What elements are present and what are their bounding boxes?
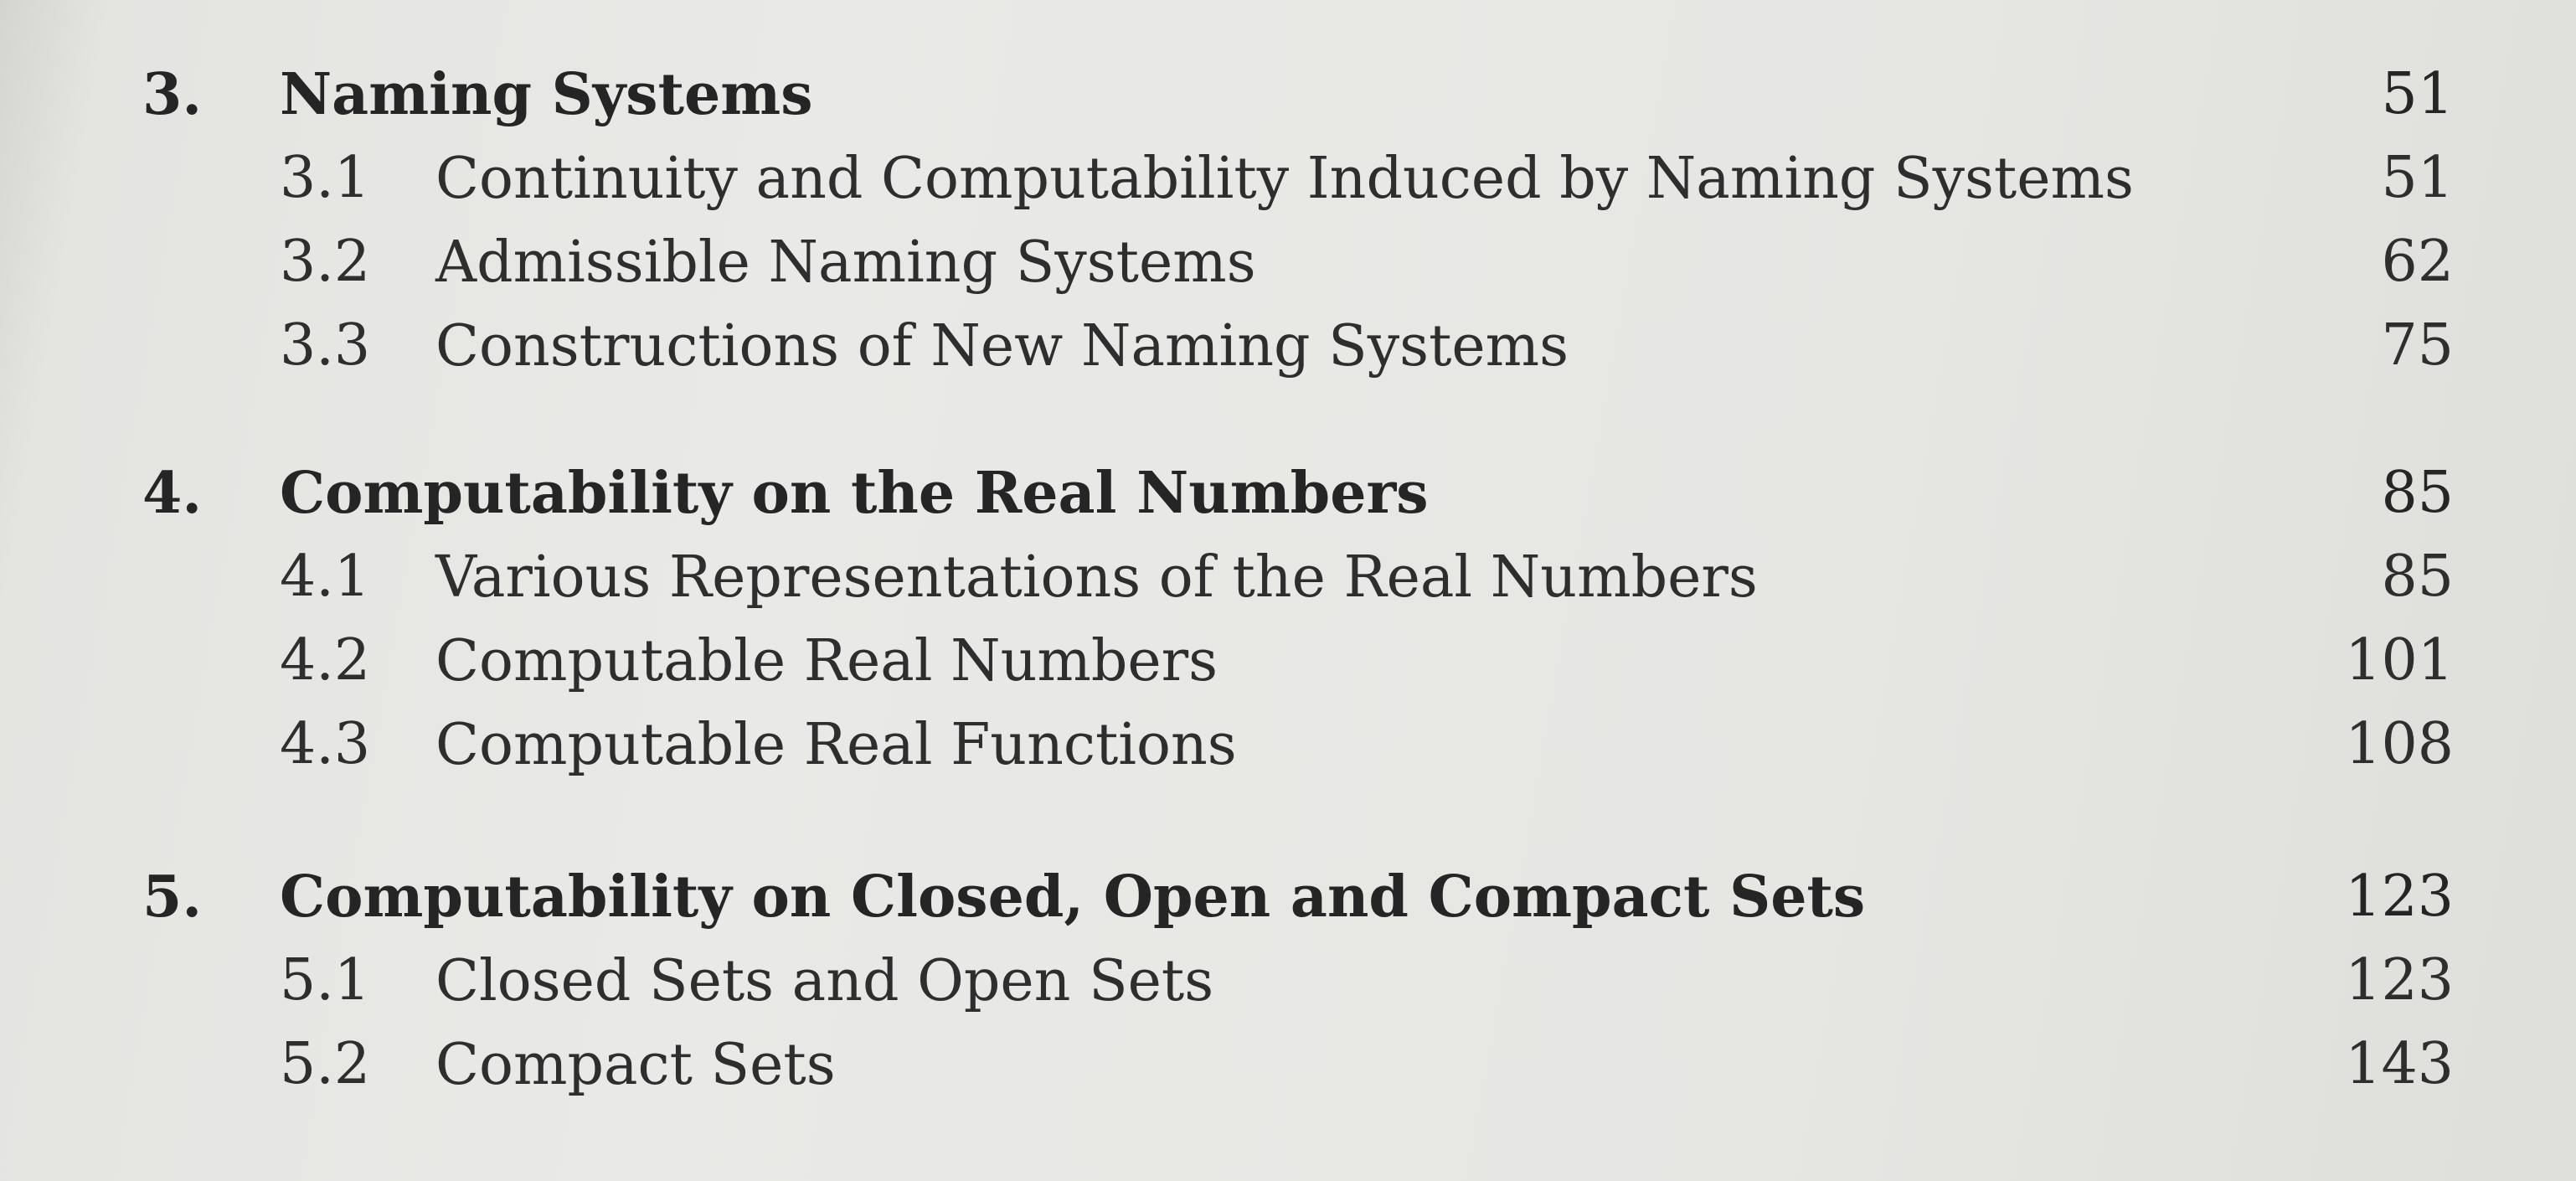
section-title: Closed Sets and Open Sets [435, 947, 1214, 1014]
toc-section-5-2[interactable]: 5.2 Compact Sets 143 [0, 1027, 2576, 1102]
dot-leader [2145, 141, 2316, 216]
chapter-title: Computability on the Real Numbers [280, 460, 1429, 527]
toc-chapter-3[interactable]: 3. Naming Systems 51 [0, 57, 2576, 132]
chapter-number: 3. [142, 61, 202, 128]
section-title-line: Constructions of New Naming Systems [435, 308, 2454, 384]
section-title: Admissible Naming Systems [435, 229, 1256, 296]
section-title: Continuity and Computability Induced by … [435, 145, 2134, 212]
page-number: 108 [2345, 711, 2454, 777]
chapter-title-line: Naming Systems [280, 57, 2454, 132]
section-number: 3.3 [280, 312, 371, 379]
section-title-line: Continuity and Computability Induced by … [435, 141, 2454, 216]
section-number: 4.3 [280, 711, 371, 777]
toc-section-5-1[interactable]: 5.1 Closed Sets and Open Sets 123 [0, 943, 2576, 1019]
toc-chapter-5[interactable]: 5. Computability on Closed, Open and Com… [0, 859, 2576, 935]
chapter-title: Naming Systems [280, 61, 813, 128]
section-title-line: Closed Sets and Open Sets [435, 943, 2454, 1019]
dot-leader [1248, 707, 2316, 782]
toc-section-3-3[interactable]: 3.3 Constructions of New Naming Systems … [0, 308, 2576, 384]
chapter-number: 4. [142, 460, 202, 527]
dot-leader [1877, 859, 2316, 935]
section-number: 5.1 [280, 947, 371, 1013]
page-number: 123 [2345, 864, 2454, 930]
toc-section-4-3[interactable]: 4.3 Computable Real Functions 108 [0, 707, 2576, 782]
section-title-line: Compact Sets [435, 1027, 2454, 1102]
section-number: 5.2 [280, 1031, 371, 1097]
dot-leader [1769, 539, 2316, 615]
toc-section-3-2[interactable]: 3.2 Admissible Naming Systems 62 [0, 224, 2576, 300]
dot-leader [1225, 943, 2316, 1019]
page-number: 123 [2345, 947, 2454, 1013]
dot-leader [847, 1027, 2316, 1102]
section-title-line: Computable Real Numbers [435, 623, 2454, 699]
section-title: Various Representations of the Real Numb… [435, 544, 1758, 611]
section-title-line: Admissible Naming Systems [435, 224, 2454, 300]
section-number: 4.1 [280, 544, 371, 610]
section-title: Constructions of New Naming Systems [435, 312, 1569, 379]
toc-section-4-1[interactable]: 4.1 Various Representations of the Real … [0, 539, 2576, 615]
section-number: 3.1 [280, 145, 371, 211]
dot-leader [1267, 224, 2316, 300]
page-number: 75 [2381, 312, 2454, 379]
page-number: 51 [2381, 145, 2454, 211]
page-number: 143 [2345, 1031, 2454, 1097]
toc-section-3-1[interactable]: 3.1 Continuity and Computability Induced… [0, 141, 2576, 216]
chapter-title-line: Computability on Closed, Open and Compac… [280, 859, 2454, 935]
section-title: Compact Sets [435, 1031, 836, 1098]
section-title-line: Various Representations of the Real Numb… [435, 539, 2454, 615]
page-number: 85 [2381, 460, 2454, 526]
chapter-title-line: Computability on the Real Numbers [280, 456, 2454, 531]
page-number: 51 [2381, 61, 2454, 127]
toc-chapter-4[interactable]: 4. Computability on the Real Numbers 85 [0, 456, 2576, 531]
section-number: 4.2 [280, 627, 371, 694]
section-title: Computable Real Functions [435, 711, 1237, 778]
page-number: 101 [2345, 627, 2454, 694]
toc-section-4-2[interactable]: 4.2 Computable Real Numbers 101 [0, 623, 2576, 699]
dot-leader [1440, 456, 2316, 531]
page-number: 85 [2381, 544, 2454, 610]
table-of-contents: 3. Naming Systems 51 3.1 Continuity and … [0, 0, 2576, 1181]
dot-leader [824, 57, 2316, 132]
dot-leader [1229, 623, 2316, 699]
section-number: 3.2 [280, 229, 371, 295]
section-title-line: Computable Real Functions [435, 707, 2454, 782]
dot-leader [1580, 308, 2316, 384]
chapter-title: Computability on Closed, Open and Compac… [280, 864, 1866, 931]
page-number: 62 [2381, 229, 2454, 295]
section-title: Computable Real Numbers [435, 627, 1218, 694]
chapter-number: 5. [142, 864, 202, 931]
